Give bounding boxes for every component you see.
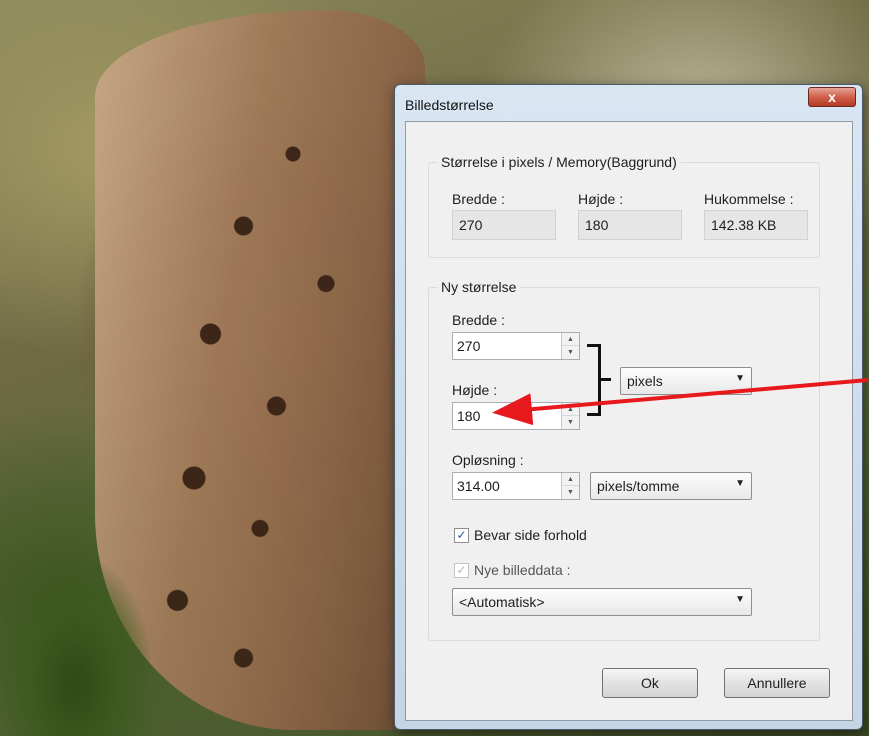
new-data-label: Nye billeddata : (474, 562, 571, 578)
spin-up-icon[interactable]: ▲ (562, 403, 579, 416)
plant-image (0, 560, 150, 736)
image-size-dialog: Billedstørrelse x Størrelse i pixels / M… (394, 84, 863, 730)
resolution-unit-value: pixels/tomme (597, 478, 680, 494)
new-height-label: Højde : (452, 382, 498, 398)
title-bar[interactable]: Billedstørrelse x (395, 85, 862, 121)
current-width-value: 270 (452, 210, 556, 240)
resolution-unit-select[interactable]: pixels/tomme ▼ (590, 472, 752, 500)
current-height-label: Højde : (578, 191, 624, 207)
memory-label: Hukommelse : (704, 191, 794, 207)
current-height-text: 180 (585, 217, 609, 233)
keep-ratio-label[interactable]: Bevar side forhold (474, 527, 587, 543)
chevron-down-icon: ▼ (735, 478, 745, 489)
memory-text: 142.38 KB (711, 217, 777, 233)
linked-size-bracket (587, 344, 601, 416)
keep-ratio-checkbox[interactable]: ✓ (454, 528, 469, 543)
new-data-select[interactable]: <Automatisk> ▼ (452, 588, 752, 616)
chevron-down-icon: ▼ (735, 594, 745, 605)
cancel-button[interactable]: Annullere (724, 668, 830, 698)
spin-up-icon[interactable]: ▲ (562, 473, 579, 486)
spin-down-icon[interactable]: ▼ (562, 346, 579, 359)
dialog-client: Størrelse i pixels / Memory(Baggrund) Br… (405, 121, 853, 721)
chevron-down-icon: ▼ (735, 373, 745, 384)
new-height-spinner: ▲ ▼ (561, 403, 579, 429)
resolution-input[interactable]: 314.00 ▲ ▼ (452, 472, 580, 500)
memory-value: 142.38 KB (704, 210, 808, 240)
current-width-text: 270 (459, 217, 483, 233)
new-height-input[interactable]: 180 ▲ ▼ (452, 402, 580, 430)
new-width-value: 270 (457, 338, 481, 354)
new-width-spinner: ▲ ▼ (561, 333, 579, 359)
resolution-value: 314.00 (457, 478, 500, 494)
current-size-legend: Størrelse i pixels / Memory(Baggrund) (437, 154, 681, 170)
spin-down-icon[interactable]: ▼ (562, 486, 579, 499)
resolution-spinner: ▲ ▼ (561, 473, 579, 499)
size-unit-select[interactable]: pixels ▼ (620, 367, 752, 395)
new-data-value: <Automatisk> (459, 594, 545, 610)
new-size-legend: Ny størrelse (437, 279, 521, 295)
current-width-label: Bredde : (452, 191, 505, 207)
close-button[interactable]: x (808, 87, 856, 107)
ok-button[interactable]: Ok (602, 668, 698, 698)
spin-up-icon[interactable]: ▲ (562, 333, 579, 346)
bracket-tick (601, 378, 611, 381)
resolution-label: Opløsning : (452, 452, 524, 468)
new-height-value: 180 (457, 408, 481, 424)
current-height-value: 180 (578, 210, 682, 240)
new-width-label: Bredde : (452, 312, 505, 328)
dialog-title: Billedstørrelse (405, 97, 494, 113)
spin-down-icon[interactable]: ▼ (562, 416, 579, 429)
new-data-checkbox[interactable]: ✓ (454, 563, 469, 578)
size-unit-value: pixels (627, 373, 663, 389)
new-width-input[interactable]: 270 ▲ ▼ (452, 332, 580, 360)
